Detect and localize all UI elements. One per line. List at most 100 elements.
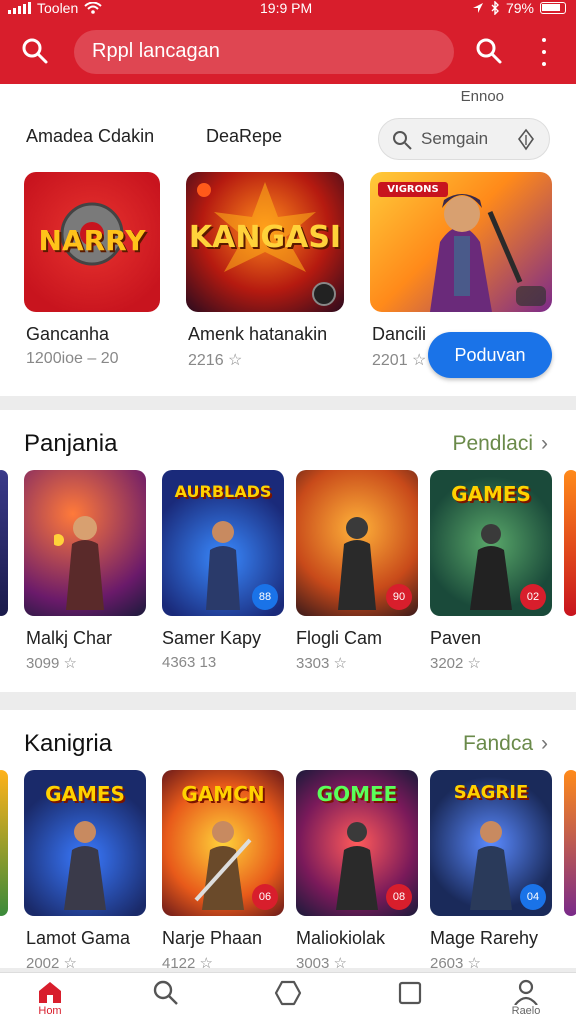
app-name: Mage Rarehy [430, 928, 539, 948]
location-icon [472, 3, 483, 13]
app-badge: 06 [252, 884, 278, 910]
app-tile[interactable]: GAMES 02 [430, 470, 552, 616]
carrier-label: Toolen [37, 0, 79, 16]
leaf-icon [518, 128, 534, 151]
nav-profile-label: Raelo [511, 1005, 541, 1017]
app-rating: 2002 ☆ [26, 955, 77, 968]
search-icon [153, 980, 178, 1005]
app-header: Toolen 19:9 PM 79% Rppl lancagan [0, 0, 576, 84]
search-icon[interactable] [20, 36, 50, 66]
chevron-right-icon: › [541, 732, 548, 755]
hero-illustration [54, 516, 104, 610]
featured-app-tile-2[interactable]: KANGASI [186, 172, 344, 312]
app-rating: 2603 ☆ [430, 955, 481, 968]
app-badge: 08 [386, 884, 412, 910]
app-tile[interactable]: GOMEE 08 [296, 770, 418, 916]
app-badge: 04 [520, 884, 546, 910]
featured-corner-label: Ennoo [460, 88, 504, 105]
search-icon [393, 131, 412, 150]
nav-search[interactable] [136, 979, 196, 1023]
tile-title: AURBLADS [174, 482, 272, 501]
section-title: Kanigria [24, 730, 113, 757]
hero-illustration [470, 821, 512, 910]
search-input[interactable]: Rppl lancagan [74, 30, 454, 74]
app-name: Paven [430, 628, 482, 648]
partial-tile-left[interactable] [0, 770, 8, 916]
app-rating: 4363 13 [162, 654, 217, 671]
search-pill[interactable]: Semgain [378, 118, 550, 160]
app-rating: 3099 ☆ [26, 655, 77, 672]
bluetooth-icon [491, 1, 499, 15]
featured-card: Ennoo Amadea Cdakin DeaRepe Semgain NARR… [0, 84, 576, 396]
bottom-navigation: Hom Raelo [0, 972, 576, 1024]
featured-app-tile-3[interactable]: VIGRONS [370, 172, 552, 312]
partial-tile-right[interactable] [564, 470, 576, 616]
app-badge: 90 [386, 584, 412, 610]
battery-icon [540, 2, 566, 14]
see-more-link[interactable]: Pendlaci › [452, 432, 548, 456]
nav-home[interactable]: Hom [20, 979, 80, 1023]
section-title: Panjania [24, 430, 118, 457]
app-row: Malkj Char 3099 ☆ AURBLADS 88 Samer Kapy… [0, 470, 576, 690]
app-tile[interactable]: AURBLADS 88 [162, 470, 284, 616]
featured-logo-1: NARRY [38, 224, 146, 257]
warrior-illustration [430, 194, 546, 312]
featured-app-name-2: Amenk hatanakin [188, 324, 328, 344]
app-name: Malkj Char [26, 628, 113, 648]
app-tile[interactable]: GAMES [24, 770, 146, 916]
app-rating: 3003 ☆ [296, 955, 347, 968]
home-icon [39, 982, 61, 1003]
hero-illustration [470, 524, 512, 610]
app-tile[interactable] [24, 470, 146, 616]
featured-app-tile-1[interactable]: NARRY [24, 172, 160, 312]
app-rating: 3303 ☆ [296, 655, 347, 672]
tile-title: GAMES [45, 782, 125, 806]
tile-title: GAMES [451, 482, 531, 506]
section-kanigria: Kanigria Fandca › GAMES Lamot Gama 2002 ☆… [0, 710, 576, 968]
app-tile[interactable]: SAGRIE 04 [430, 770, 552, 916]
nav-library[interactable] [380, 979, 440, 1023]
app-name: Maliokiolak [296, 928, 386, 948]
signal-icon [8, 2, 31, 14]
app-badge: 88 [252, 584, 278, 610]
app-badge: 02 [520, 584, 546, 610]
app-rating: 4122 ☆ [162, 955, 213, 968]
see-more-label: Fandca [462, 732, 533, 755]
featured-logo-2: KANGASI [188, 220, 342, 255]
featured-app-name-3: Dancili [372, 324, 427, 344]
hero-illustration [206, 521, 240, 610]
partial-tile-left[interactable] [0, 470, 8, 616]
filter-tab-2[interactable]: DeaRepe [206, 126, 282, 147]
tile-title: GAMCN [181, 782, 265, 806]
battery-percent: 79% [505, 0, 534, 16]
nav-home-label: Hom [38, 1005, 62, 1017]
wifi-icon [84, 2, 102, 14]
install-button[interactable]: Poduvan [428, 332, 552, 378]
status-bar: Toolen 19:9 PM 79% [0, 0, 576, 18]
featured-app-meta-2: 2216 ☆ [188, 352, 243, 369]
featured-app-name-1: Gancanha [26, 324, 110, 344]
clock: 19:9 PM [260, 0, 313, 16]
app-row: GAMES Lamot Gama 2002 ☆ GAMCN 06 Narje P… [0, 770, 576, 968]
tile-title: GOMEE [316, 782, 398, 806]
see-more-label: Pendlaci [452, 432, 533, 455]
nav-games[interactable] [258, 979, 318, 1023]
hexagon-icon [274, 980, 302, 1006]
filter-tab-1[interactable]: Amadea Cdakin [26, 126, 154, 147]
section-panjania: Panjania Pendlaci › Malkj Char 3099 ☆ AUR… [0, 410, 576, 692]
square-icon [398, 981, 422, 1005]
app-name: Flogli Cam [296, 628, 383, 648]
hero-illustration [338, 517, 376, 610]
more-menu-icon[interactable] [532, 38, 556, 66]
featured-app-meta-3: 2201 ☆ [372, 352, 427, 369]
app-tile[interactable]: GAMCN 06 [162, 770, 284, 916]
search-button-icon[interactable] [474, 36, 504, 66]
partial-tile-right[interactable] [564, 770, 576, 916]
nav-profile[interactable]: Raelo [496, 979, 556, 1023]
hero-illustration [64, 821, 106, 910]
app-tile[interactable]: 90 [296, 470, 418, 616]
person-icon [514, 979, 538, 1005]
app-name: Narje Phaan [162, 928, 263, 948]
search-pill-label: Semgain [421, 129, 489, 148]
see-more-link[interactable]: Fandca › [463, 732, 548, 756]
